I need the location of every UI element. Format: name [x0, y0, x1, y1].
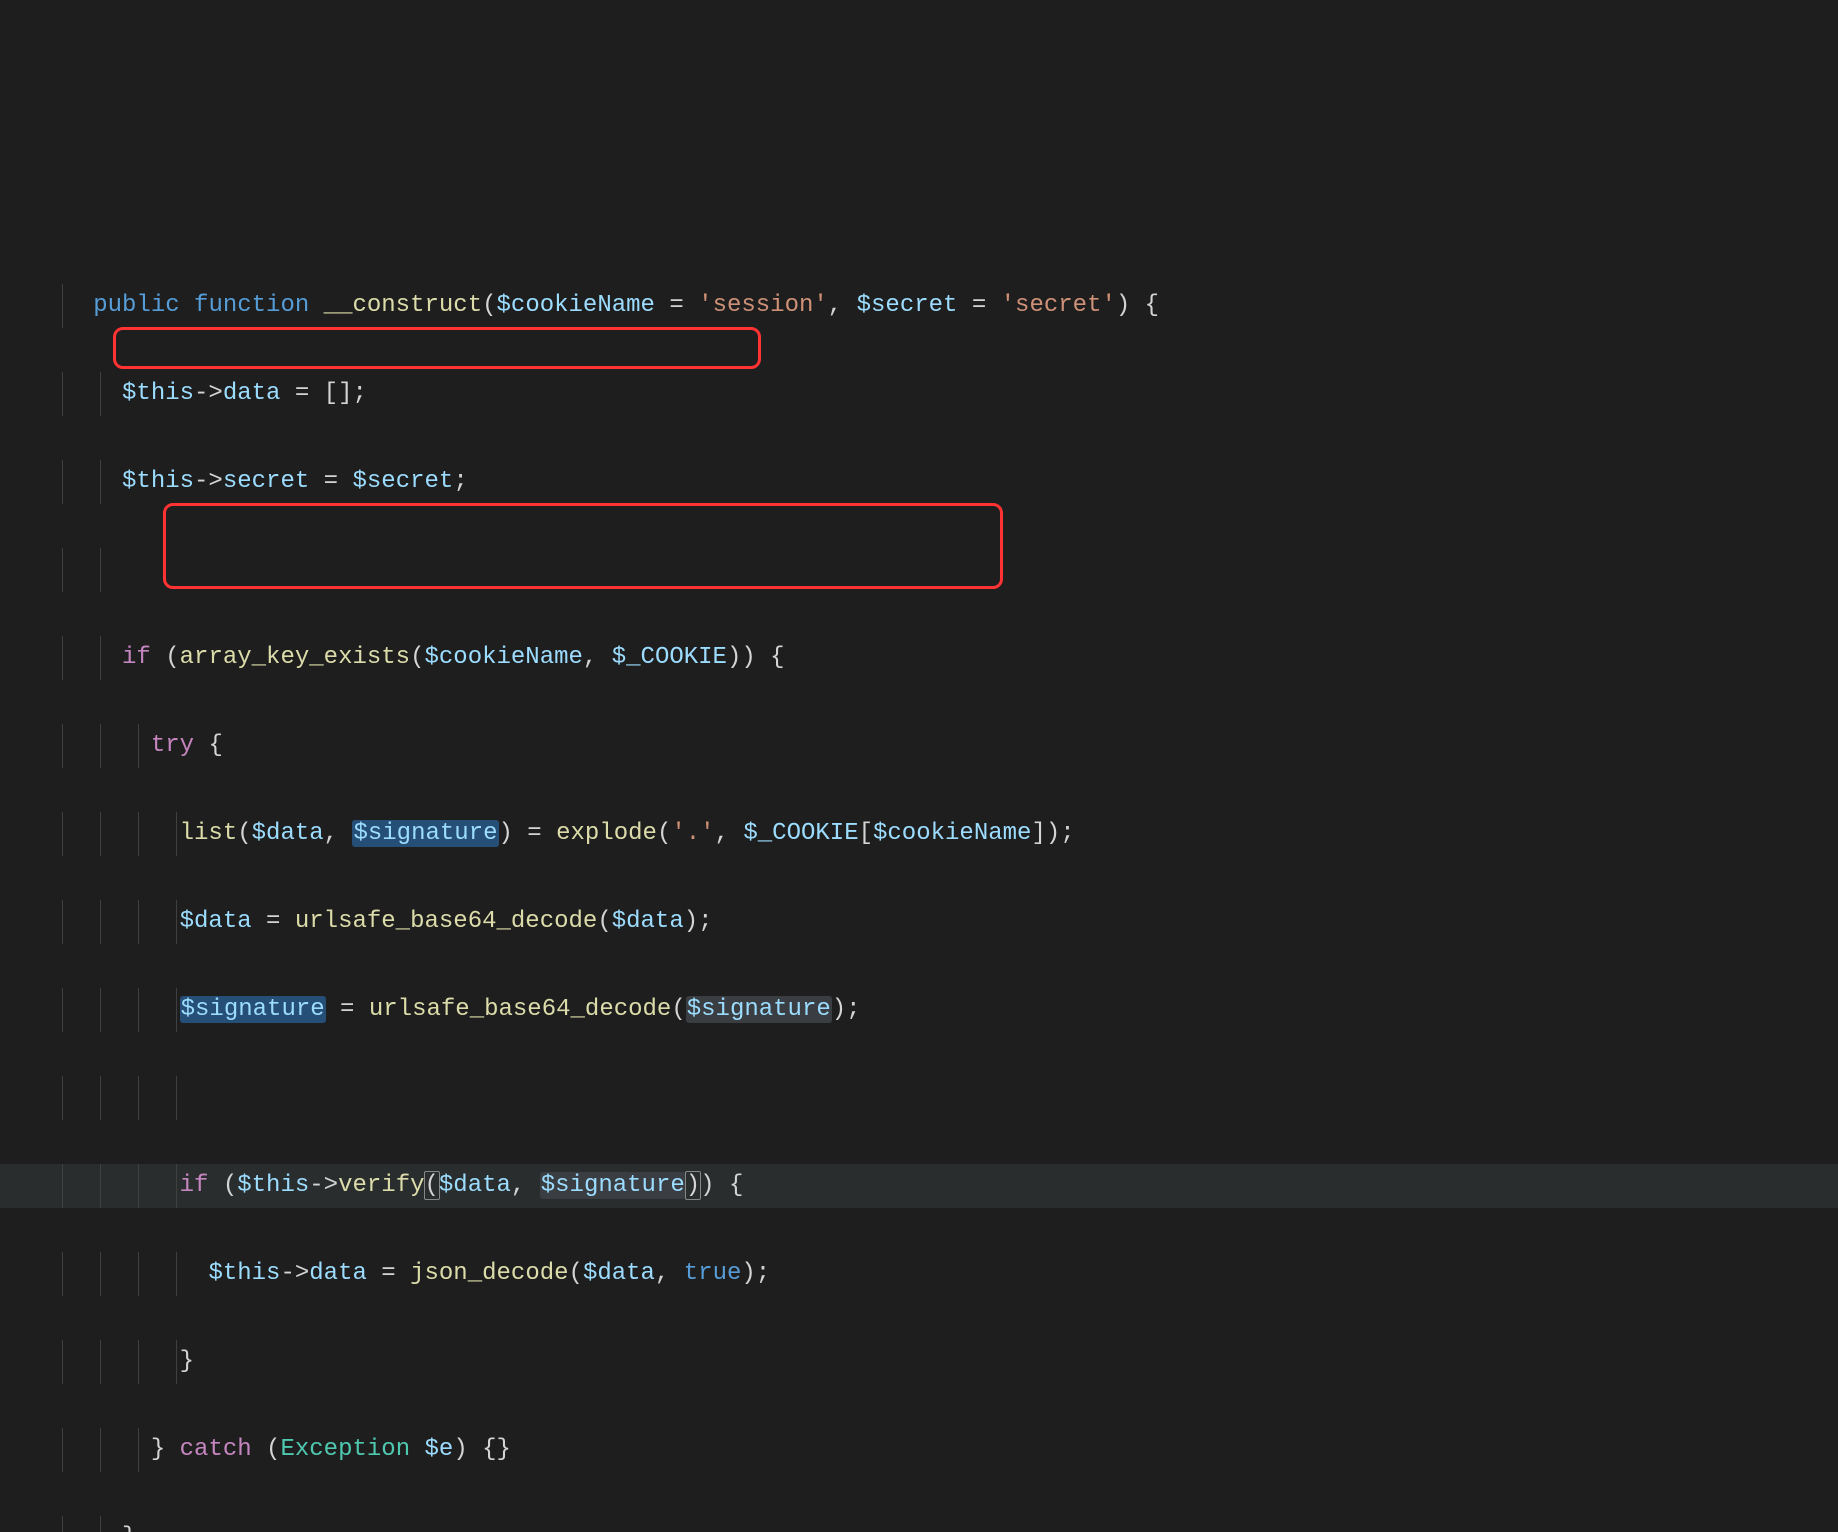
this-var: $this	[237, 1172, 309, 1199]
function-name: __construct	[324, 292, 482, 319]
var-signature-dim: $signature	[686, 996, 832, 1023]
var-data: $data	[252, 820, 324, 847]
var-data: $data	[583, 1260, 655, 1287]
code-line-2[interactable]: $this->data = [];	[0, 372, 1838, 416]
this-var: $this	[122, 380, 194, 407]
var-e: $e	[425, 1436, 454, 1463]
fn-list: list	[180, 820, 238, 847]
fn-urlsafe-base64-decode: urlsafe_base64_decode	[295, 908, 597, 935]
brace-close: }	[180, 1348, 194, 1375]
prop-data: data	[223, 380, 281, 407]
fn-urlsafe-base64-decode: urlsafe_base64_decode	[369, 996, 671, 1023]
code-line-10[interactable]	[0, 1076, 1838, 1120]
fn-json-decode: json_decode	[410, 1260, 568, 1287]
code-line-3[interactable]: $this->secret = $secret;	[0, 460, 1838, 504]
keyword-function: function	[194, 292, 309, 319]
brace-close: }	[122, 1524, 136, 1532]
paren-match-open: (	[424, 1171, 440, 1200]
keyword-if: if	[122, 644, 151, 671]
code-line-13[interactable]: }	[0, 1340, 1838, 1384]
keyword-public: public	[93, 292, 179, 319]
param-secret: $secret	[857, 292, 958, 319]
keyword-true: true	[684, 1260, 742, 1287]
code-line-9[interactable]: $signature = urlsafe_base64_decode($sign…	[0, 988, 1838, 1032]
var-cookie-global: $_COOKIE	[743, 820, 858, 847]
var-data: $data	[439, 1172, 511, 1199]
var-signature-highlighted: $signature	[352, 820, 498, 847]
code-line-1[interactable]: public function __construct($cookieName …	[0, 284, 1838, 328]
var-secret: $secret	[352, 468, 453, 495]
var-data: $data	[180, 908, 252, 935]
code-line-4[interactable]	[0, 548, 1838, 592]
code-line-12[interactable]: $this->data = json_decode($data, true);	[0, 1252, 1838, 1296]
code-line-15[interactable]: }	[0, 1516, 1838, 1532]
keyword-try: try	[151, 732, 194, 759]
fn-verify: verify	[338, 1172, 424, 1199]
string-dot: '.'	[671, 820, 714, 847]
keyword-catch: catch	[180, 1436, 252, 1463]
this-var: $this	[122, 468, 194, 495]
code-line-5[interactable]: if (array_key_exists($cookieName, $_COOK…	[0, 636, 1838, 680]
param-cookiename: $cookieName	[497, 292, 655, 319]
var-cookie-global: $_COOKIE	[612, 644, 727, 671]
code-editor[interactable]: public function __construct($cookieName …	[0, 196, 1838, 1532]
var-data: $data	[612, 908, 684, 935]
this-var: $this	[208, 1260, 280, 1287]
string-session: 'session'	[698, 292, 828, 319]
keyword-if: if	[180, 1172, 209, 1199]
fn-array-key-exists: array_key_exists	[180, 644, 410, 671]
paren-open: (	[482, 292, 496, 319]
type-exception: Exception	[280, 1436, 410, 1463]
paren-match-close: )	[685, 1171, 701, 1200]
code-line-7[interactable]: list($data, $signature) = explode('.', $…	[0, 812, 1838, 856]
var-cookiename: $cookieName	[424, 644, 582, 671]
prop-data: data	[309, 1260, 367, 1287]
string-secret: 'secret'	[1001, 292, 1116, 319]
var-signature-highlighted: $signature	[180, 996, 326, 1023]
code-line-14[interactable]: } catch (Exception $e) {}	[0, 1428, 1838, 1472]
prop-secret: secret	[223, 468, 309, 495]
fn-explode: explode	[556, 820, 657, 847]
code-line-11[interactable]: if ($this->verify($data, $signature)) {	[0, 1164, 1838, 1208]
var-signature-dim: $signature	[540, 1172, 686, 1199]
code-line-8[interactable]: $data = urlsafe_base64_decode($data);	[0, 900, 1838, 944]
var-cookiename: $cookieName	[873, 820, 1031, 847]
code-line-6[interactable]: try {	[0, 724, 1838, 768]
